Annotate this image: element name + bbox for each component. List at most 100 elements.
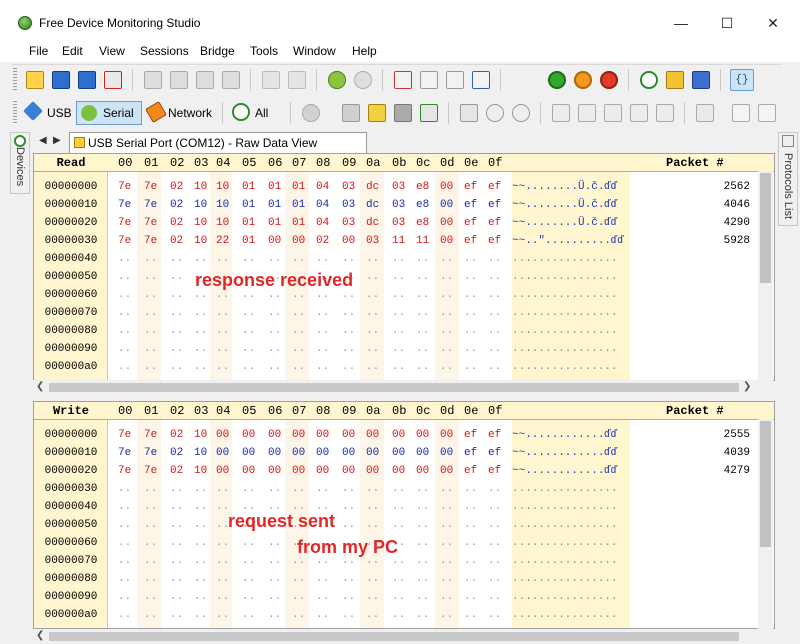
- scroll-thumb[interactable]: [49, 632, 739, 641]
- next-icon[interactable]: [512, 104, 530, 122]
- view-structures-icon[interactable]: [446, 71, 464, 89]
- hex-byte[interactable]: 03: [342, 199, 355, 211]
- previous-icon[interactable]: [486, 104, 504, 122]
- hex-byte[interactable]: 10: [194, 217, 207, 229]
- hex-byte[interactable]: dc: [366, 181, 379, 193]
- hex-byte[interactable]: 7e: [144, 429, 157, 441]
- protocols-sidebar[interactable]: Protocols List: [778, 132, 798, 226]
- all-button[interactable]: All: [255, 106, 268, 120]
- hex-byte[interactable]: ef: [488, 217, 501, 229]
- hex-byte[interactable]: 7e: [144, 199, 157, 211]
- hex-byte[interactable]: 00: [216, 465, 229, 477]
- hex-byte[interactable]: ef: [464, 429, 477, 441]
- device-dropdown-icon[interactable]: [302, 104, 320, 122]
- hex-byte[interactable]: 03: [392, 217, 405, 229]
- hex-row[interactable]: 000000a0................................…: [34, 358, 774, 376]
- read-horizontal-scrollbar[interactable]: ❮ ❯: [33, 380, 758, 395]
- hex-byte[interactable]: 00: [440, 199, 453, 211]
- hex-byte[interactable]: 7e: [118, 217, 131, 229]
- waveform-icon[interactable]: [732, 104, 750, 122]
- view-packets-icon[interactable]: [394, 71, 412, 89]
- hex-byte[interactable]: 7e: [118, 447, 131, 459]
- script-console-icon[interactable]: {}: [730, 69, 754, 91]
- hex-byte[interactable]: 02: [170, 447, 183, 459]
- network-button[interactable]: Network: [168, 106, 212, 120]
- hex-row[interactable]: 00000000 7e 7e 02 10 10 01 01 01 04 03 dc 03 e8 00 ef ef…: [34, 178, 774, 196]
- hex-byte[interactable]: 00: [440, 429, 453, 441]
- hex-row[interactable]: 00000080................................…: [34, 570, 774, 588]
- hex-byte[interactable]: 00: [366, 465, 379, 477]
- hex-byte[interactable]: 02: [316, 235, 329, 247]
- hex-byte[interactable]: 01: [292, 181, 305, 193]
- hex-byte[interactable]: 00: [440, 465, 453, 477]
- hex-row[interactable]: 00000020 7e 7e 02 10 00 00 00 00 00 00 00 00 00 00 ef ef…: [34, 462, 774, 480]
- hex-byte[interactable]: 02: [170, 235, 183, 247]
- hex-byte[interactable]: 7e: [144, 235, 157, 247]
- hex-byte[interactable]: e8: [416, 217, 429, 229]
- hex-byte[interactable]: 03: [342, 181, 355, 193]
- hex-byte[interactable]: 01: [242, 235, 255, 247]
- hex-byte[interactable]: 01: [242, 181, 255, 193]
- hex-byte[interactable]: 00: [366, 447, 379, 459]
- hex-byte[interactable]: 03: [342, 217, 355, 229]
- hex-byte[interactable]: 00: [316, 447, 329, 459]
- checker-icon[interactable]: [394, 104, 412, 122]
- hex-byte[interactable]: 00: [342, 447, 355, 459]
- hex-row[interactable]: 00000010 7e 7e 02 10 00 00 00 00 00 00 00 00 00 00 ef ef…: [34, 444, 774, 462]
- hex-byte[interactable]: 02: [170, 465, 183, 477]
- serial-button[interactable]: Serial: [76, 101, 142, 125]
- hex-byte[interactable]: ef: [488, 181, 501, 193]
- stop-icon[interactable]: [600, 71, 618, 89]
- hex-byte[interactable]: 10: [216, 181, 229, 193]
- hex-row[interactable]: 00000020 7e 7e 02 10 10 01 01 01 04 03 dc 03 e8 00 ef ef…: [34, 214, 774, 232]
- hex-byte[interactable]: 00: [292, 235, 305, 247]
- find-next-icon[interactable]: [288, 71, 306, 89]
- tab-raw-data-view[interactable]: USB Serial Port (COM12) - Raw Data View: [69, 132, 367, 153]
- menu-file[interactable]: File: [29, 44, 48, 58]
- hex-byte[interactable]: 00: [416, 429, 429, 441]
- toolbar-grip[interactable]: [13, 68, 17, 92]
- hex-byte[interactable]: 00: [242, 447, 255, 459]
- hex-byte[interactable]: 00: [316, 429, 329, 441]
- hex-byte[interactable]: 02: [170, 217, 183, 229]
- hex-byte[interactable]: ef: [488, 465, 501, 477]
- hex-row[interactable]: 00000070................................…: [34, 304, 774, 322]
- warning-filter-icon[interactable]: [368, 104, 386, 122]
- device-link-icon[interactable]: [420, 104, 438, 122]
- save-as-icon[interactable]: [78, 71, 96, 89]
- hex-byte[interactable]: 7e: [118, 465, 131, 477]
- hex-byte[interactable]: 7e: [118, 181, 131, 193]
- devices-sidebar[interactable]: Devices: [10, 132, 30, 194]
- cut-icon[interactable]: [144, 71, 162, 89]
- hex-byte[interactable]: ef: [488, 429, 501, 441]
- hex-byte[interactable]: ef: [464, 199, 477, 211]
- hex-byte[interactable]: 03: [366, 235, 379, 247]
- hex-byte[interactable]: ef: [488, 235, 501, 247]
- hex-byte[interactable]: ef: [464, 217, 477, 229]
- hex-row[interactable]: 00000060................................…: [34, 534, 774, 552]
- find-icon[interactable]: [262, 71, 280, 89]
- hex-row[interactable]: 00000070................................…: [34, 552, 774, 570]
- hex-byte[interactable]: 10: [194, 465, 207, 477]
- view-data-icon[interactable]: [472, 71, 490, 89]
- menu-edit[interactable]: Edit: [62, 44, 83, 58]
- hex-byte[interactable]: 22: [216, 235, 229, 247]
- hex-byte[interactable]: 00: [416, 465, 429, 477]
- hex-byte[interactable]: 01: [292, 217, 305, 229]
- hex-byte[interactable]: 00: [292, 465, 305, 477]
- copy-special-icon[interactable]: [196, 71, 214, 89]
- bridge-icon[interactable]: [640, 71, 658, 89]
- hex-byte[interactable]: 01: [268, 181, 281, 193]
- hex-byte[interactable]: 00: [440, 447, 453, 459]
- hex-byte[interactable]: ef: [464, 465, 477, 477]
- hex-byte[interactable]: 04: [316, 181, 329, 193]
- menu-window[interactable]: Window: [293, 44, 336, 58]
- hex-byte[interactable]: 01: [268, 217, 281, 229]
- hex-byte[interactable]: ef: [488, 447, 501, 459]
- bookmark-icon[interactable]: [630, 104, 648, 122]
- hex-byte[interactable]: 7e: [144, 181, 157, 193]
- hex-byte[interactable]: 00: [342, 465, 355, 477]
- hex-byte[interactable]: 00: [216, 429, 229, 441]
- scroll-thumb[interactable]: [760, 421, 771, 547]
- scroll-thumb[interactable]: [760, 173, 771, 283]
